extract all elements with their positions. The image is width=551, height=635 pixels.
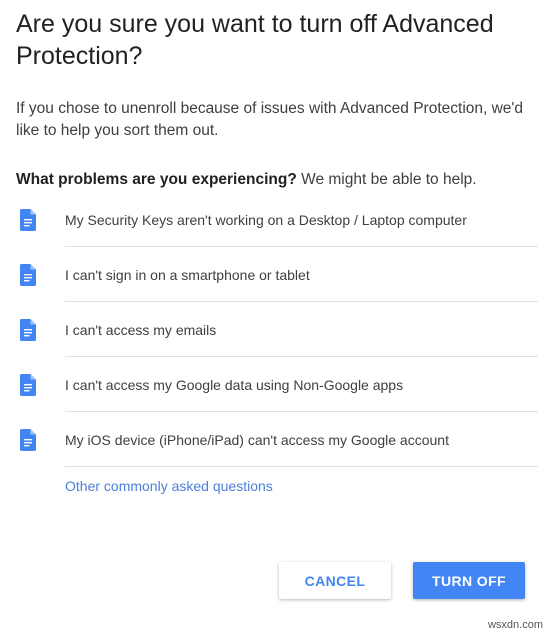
document-icon bbox=[20, 208, 36, 231]
problems-question-bold: What problems are you experiencing? bbox=[16, 171, 297, 188]
document-icon bbox=[20, 428, 36, 451]
document-icon bbox=[20, 318, 36, 341]
problem-item-label: My iOS device (iPhone/iPad) can't access… bbox=[65, 431, 449, 448]
intro-text: If you chose to unenroll because of issu… bbox=[16, 100, 524, 139]
problem-item-non-google-apps[interactable]: I can't access my Google data using Non-… bbox=[16, 357, 538, 412]
problem-item-emails[interactable]: I can't access my emails bbox=[16, 302, 538, 357]
watermark: wsxdn.com bbox=[487, 619, 543, 631]
turn-off-button[interactable]: TURN OFF bbox=[413, 562, 525, 599]
problem-item-label: I can't access my Google data using Non-… bbox=[65, 376, 404, 393]
problems-question-rest: We might be able to help. bbox=[296, 171, 477, 188]
problem-item-label: I can't sign in on a smartphone or table… bbox=[65, 266, 310, 283]
problems-list: My Security Keys aren't working on a Des… bbox=[16, 192, 538, 467]
dialog-title: Are you sure you want to turn off Advanc… bbox=[16, 10, 494, 70]
cancel-button[interactable]: CANCEL bbox=[279, 562, 391, 599]
problem-item-label: I can't access my emails bbox=[65, 321, 217, 338]
problem-item-smartphone-signin[interactable]: I can't sign in on a smartphone or table… bbox=[16, 247, 538, 302]
problem-item-ios-device[interactable]: My iOS device (iPhone/iPad) can't access… bbox=[16, 412, 538, 467]
problem-item-security-keys[interactable]: My Security Keys aren't working on a Des… bbox=[16, 192, 538, 247]
document-icon bbox=[20, 373, 36, 396]
problems-question: What problems are you experiencing? We m… bbox=[16, 169, 477, 191]
turn-off-advanced-protection-dialog: Are you sure you want to turn off Advanc… bbox=[0, 0, 551, 635]
problem-item-label: My Security Keys aren't working on a Des… bbox=[65, 211, 467, 228]
other-questions-link[interactable]: Other commonly asked questions bbox=[65, 478, 273, 494]
document-icon bbox=[20, 263, 36, 286]
